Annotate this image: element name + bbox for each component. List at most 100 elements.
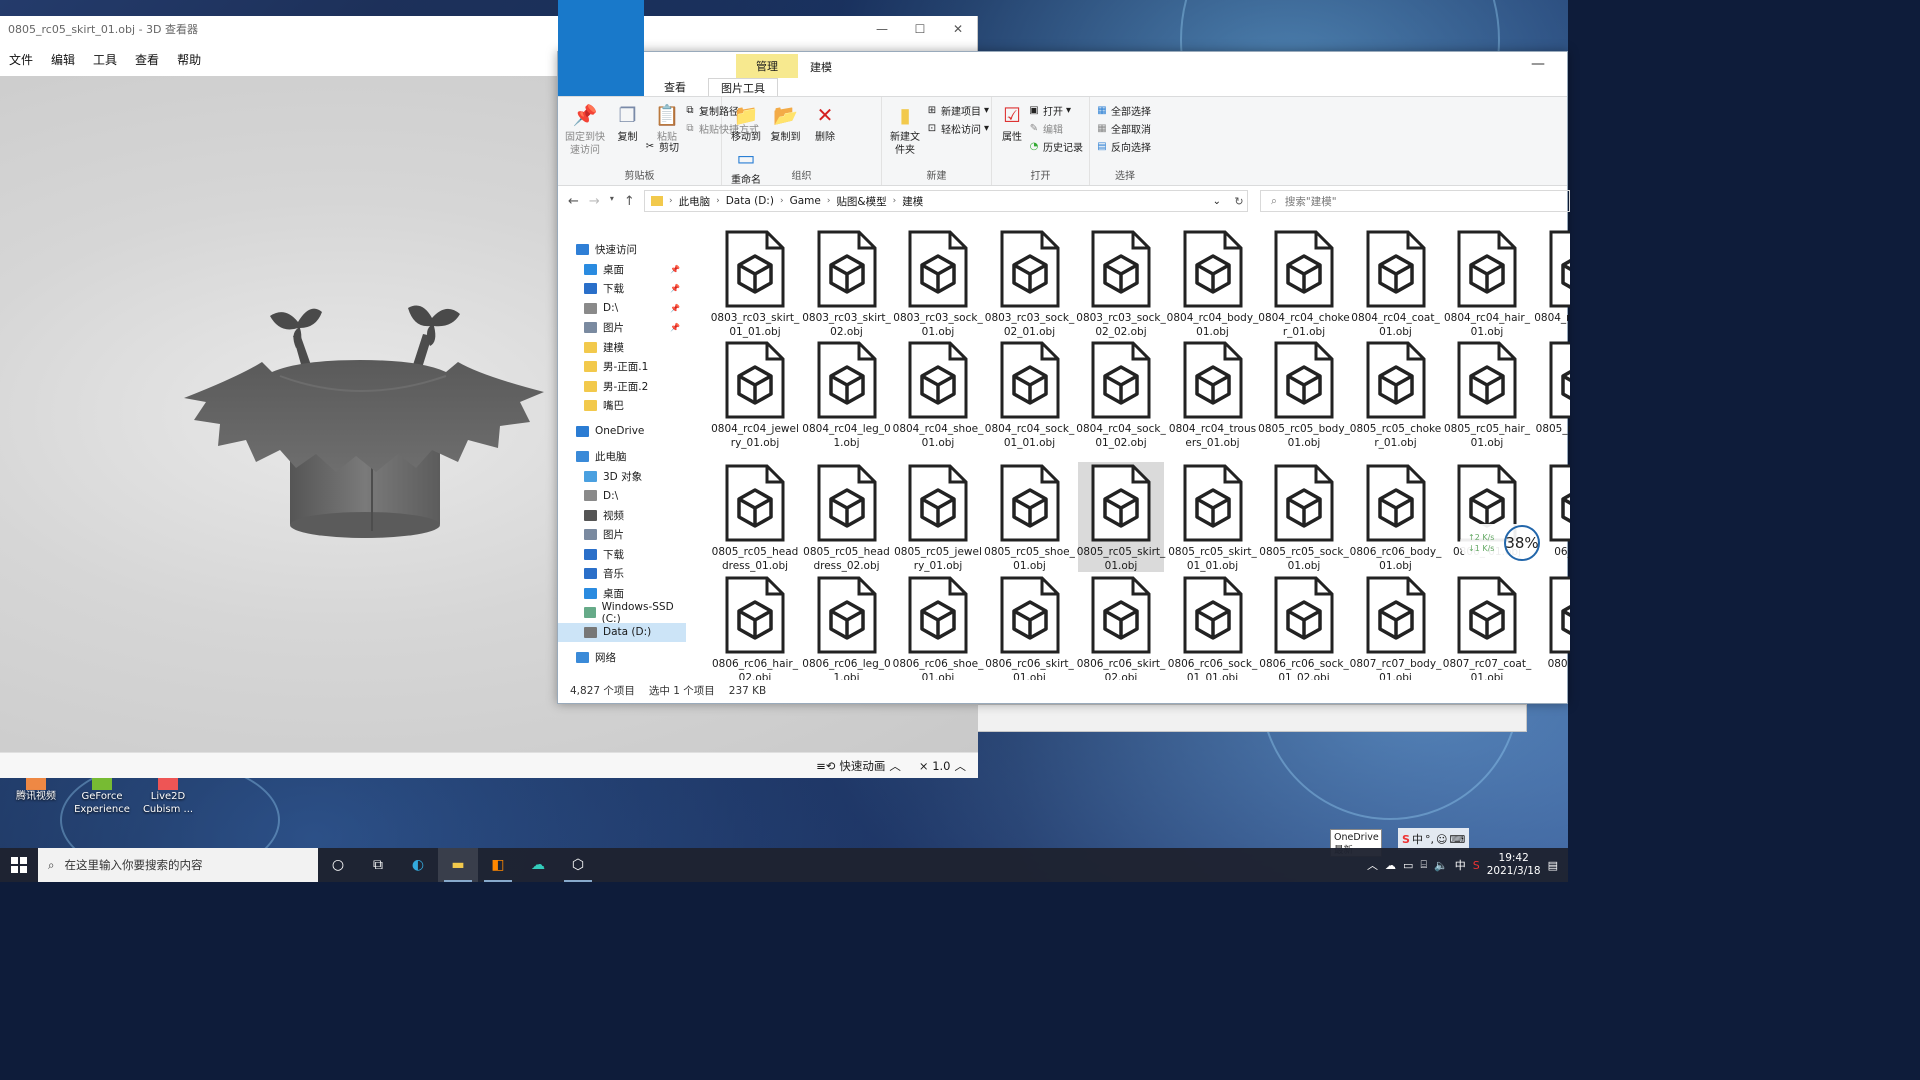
menu-edit[interactable]: 编辑	[42, 51, 84, 68]
file-item[interactable]: 0806_rc06_skirt_01.obj	[985, 574, 1074, 680]
network-icon[interactable]: ⌸	[1420, 858, 1427, 872]
desktop-icon-geforce[interactable]: GeForce Experience	[74, 778, 130, 820]
file-item[interactable]: 0805_rc05_sock_01.obj	[1259, 462, 1349, 572]
nav-item[interactable]: 3D 对象	[558, 467, 686, 487]
file-item[interactable]: 0803_rc03_sock_02_02.obj	[1076, 228, 1166, 338]
file-item[interactable]: 0806_rc06_leg_01.obj	[802, 574, 891, 680]
file-item[interactable]: 0803_rc03_skirt_01_01.obj	[711, 228, 799, 338]
breadcrumb-data-d[interactable]: Data (D:)	[726, 195, 774, 207]
minimize-button[interactable]: —	[863, 16, 901, 42]
pin-icon[interactable]: 📌	[670, 284, 680, 293]
pin-icon[interactable]: 📌	[670, 304, 680, 313]
app-orange-icon[interactable]: ◧	[478, 848, 518, 882]
maximize-button[interactable]: ☐	[901, 16, 939, 42]
volume-icon[interactable]: 🔈	[1434, 859, 1448, 872]
network-speed-widget[interactable]: ↑2 K/s ↓1 K/s 38%	[1460, 524, 1546, 562]
file-item[interactable]: 0805_rc05_headdress_02.obj	[803, 462, 890, 572]
file-item[interactable]: 0804_rc04_jewelry_01.obj	[711, 339, 799, 449]
pin-icon[interactable]: 📌	[670, 265, 680, 274]
edge-icon[interactable]: ◐	[398, 848, 438, 882]
chevron-up-icon[interactable]: ︿	[1367, 857, 1378, 873]
file-item[interactable]: 0805_rc05_01_head	[1536, 339, 1570, 449]
select-all-button[interactable]: ▦ 全部选择	[1096, 101, 1154, 119]
open-button[interactable]: ▣ 打开 ▾	[1028, 101, 1083, 119]
nav-item[interactable]: 男-正面.2	[558, 377, 686, 397]
delete-button[interactable]: ✕ 删除	[807, 101, 843, 144]
ime-indicator[interactable]: 中	[1455, 857, 1466, 873]
refresh-button[interactable]: ↻	[1228, 190, 1250, 212]
file-item[interactable]: 0803_rc03_sock_02_01.obj	[985, 228, 1074, 338]
ime-toolbar[interactable]: S 中 °, ☺ ⌨	[1398, 828, 1470, 850]
breadcrumb-this-pc[interactable]: 此电脑	[679, 194, 711, 209]
move-to-button[interactable]: 📁 移动到	[728, 101, 764, 144]
nav-item[interactable]: 男-正面.1	[558, 357, 686, 377]
clock[interactable]: 19:42 2021/3/18	[1487, 852, 1541, 878]
file-item[interactable]: 0806_rc06_skirt_02.obj	[1077, 574, 1165, 680]
copy-button[interactable]: ❐ 复制	[610, 101, 646, 144]
file-item[interactable]: 0804_rc04_choker_01.obj	[1258, 228, 1350, 338]
nav-item[interactable]: Data (D:)	[558, 622, 686, 642]
minimize-button[interactable]: —	[1531, 56, 1545, 72]
file-item[interactable]: 0806_rc06_shoe_01.obj	[893, 574, 983, 680]
nav-item[interactable]: 图片 📌	[558, 318, 686, 338]
menu-file[interactable]: 文件	[0, 51, 42, 68]
forward-arrow-icon[interactable]: →	[589, 194, 600, 209]
file-item[interactable]: 0804_rc04_sock_01_01.obj	[985, 339, 1074, 449]
file-item[interactable]: 0805_rc05_skirt_01.obj	[1077, 462, 1165, 572]
address-dropdown-icon[interactable]: ⌄	[1213, 196, 1221, 207]
edit-button[interactable]: ✎ 编辑	[1028, 119, 1083, 137]
nav-item[interactable]: D:\	[558, 486, 686, 506]
address-bar[interactable]: › 此电脑 › Data (D:) › Game › 贴图&模型 › 建模 ⌄	[644, 190, 1248, 212]
copy-to-button[interactable]: 📂 复制到	[768, 101, 804, 144]
history-button[interactable]: ◔ 历史记录	[1028, 137, 1083, 155]
cortana-icon[interactable]: ○	[318, 848, 358, 882]
file-item[interactable]: 0805_rc05_skirt_01_01.obj	[1168, 462, 1257, 572]
file-item[interactable]: 0804_rc04_body_01.obj	[1167, 228, 1258, 338]
start-button[interactable]	[0, 848, 38, 882]
file-item[interactable]: 0803_rc03_sock_01.obj	[893, 228, 983, 338]
nav-item[interactable]: 图片	[558, 525, 686, 545]
menu-help[interactable]: 帮助	[168, 51, 210, 68]
onedrive-tray-icon[interactable]: ☁	[1385, 859, 1396, 872]
desktop-icon-tencent-video[interactable]: 腾讯视频	[8, 778, 64, 820]
manage-context-tab[interactable]: 管理	[736, 54, 798, 78]
new-folder-button[interactable]: ▮ 新建文件夹	[888, 101, 922, 157]
nav-item[interactable]: 下载 📌	[558, 279, 686, 299]
nav-item[interactable]: 音乐	[558, 564, 686, 584]
invert-selection-button[interactable]: ▤ 反向选择	[1096, 137, 1154, 155]
nav-item[interactable]: 此电脑	[558, 447, 686, 467]
nav-item[interactable]: 建模	[558, 338, 686, 358]
file-item[interactable]: 0804_rc04_leg_01.obj	[802, 339, 891, 449]
file-item[interactable]: 0806_rc06_sock_01_02.obj	[1259, 574, 1349, 680]
task-view-icon[interactable]: ⧉	[358, 848, 398, 882]
nav-item[interactable]: 快速访问	[558, 240, 686, 260]
nav-item[interactable]: 嘴巴	[558, 396, 686, 416]
select-none-button[interactable]: ▦ 全部取消	[1096, 119, 1154, 137]
tab-picture-tools[interactable]: 图片工具	[708, 78, 778, 96]
desktop-icon-live2d[interactable]: Live2D Cubism ...	[140, 778, 196, 820]
quick-animation-button[interactable]: ≡⟲ 快速动画 ︿	[816, 758, 901, 774]
file-item[interactable]: 0804_rc04_dress_	[1534, 228, 1570, 338]
breadcrumb-modeling[interactable]: 建模	[902, 194, 923, 209]
nav-item[interactable]: 网络	[558, 648, 686, 668]
nav-item[interactable]: D:\ 📌	[558, 299, 686, 319]
file-item[interactable]: 0805_rc05_jewelry_01.obj	[894, 462, 982, 572]
nav-item[interactable]: Windows-SSD (C:)	[558, 601, 686, 625]
nav-item[interactable]: 下载	[558, 545, 686, 565]
breadcrumb-game[interactable]: Game	[790, 195, 821, 207]
file-explorer-taskbar-icon[interactable]: ▬	[438, 848, 478, 882]
file-item[interactable]: 0805_rc05_choker_01.obj	[1350, 339, 1441, 449]
file-item[interactable]: 0804_rc04_trousers_01.obj	[1169, 339, 1256, 449]
nav-item[interactable]: OneDrive	[558, 422, 686, 442]
pin-icon[interactable]: 📌	[670, 323, 680, 332]
file-item[interactable]: 0804_rc04_sock_01_02.obj	[1076, 339, 1166, 449]
file-item[interactable]: 0803_rc03_skirt_02.obj	[802, 228, 891, 338]
file-item[interactable]: 0805_rc05_shoe_01.obj	[984, 462, 1075, 572]
back-arrow-icon[interactable]: ←	[568, 194, 579, 209]
file-item[interactable]: 0807_rc07_body_01.obj	[1350, 574, 1441, 680]
file-item[interactable]: 0805_rc05_body_01.obj	[1258, 339, 1350, 449]
battery-icon[interactable]: ▭	[1403, 859, 1413, 872]
file-item[interactable]: 0804_rc04_hair_01.obj	[1444, 228, 1530, 338]
file-item[interactable]: 0806_rc06_body_01.obj	[1350, 462, 1441, 572]
new-item-button[interactable]: ⊞ 新建项目 ▾	[926, 101, 989, 119]
